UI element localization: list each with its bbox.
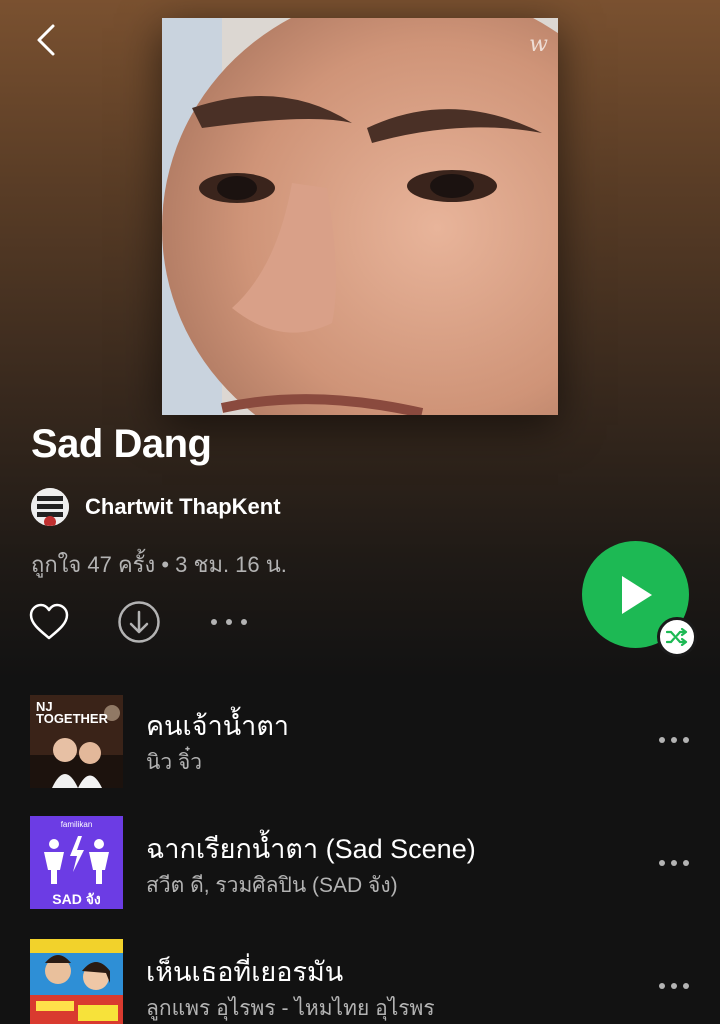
track-row[interactable]: familikan SAD จัง ฉากเรียกน้ำตา (Sad Sce… <box>0 813 720 913</box>
track-row[interactable]: เห็นเธอที่เยอรมัน ลูกแพร อุไรพร - ไหมไทย… <box>0 936 720 1024</box>
heart-icon <box>29 603 69 640</box>
more-options-button[interactable] <box>205 598 253 646</box>
track-artist: นิว จิ๋ว <box>146 751 203 774</box>
track-cover-text: SAD จัง <box>52 891 101 907</box>
track-title: คนเจ้าน้ำตา <box>146 711 290 741</box>
more-horizontal-icon <box>659 737 689 743</box>
track-more-button[interactable] <box>652 966 696 1006</box>
download-button[interactable] <box>115 598 163 646</box>
like-button[interactable] <box>25 598 73 646</box>
playlist-cover: w <box>162 18 558 415</box>
track-title: เห็นเธอที่เยอรมัน <box>146 957 344 987</box>
track-more-button[interactable] <box>652 720 696 760</box>
playlist-meta: ถูกใจ 47 ครั้ง • 3 ชม. 16 น. <box>31 552 287 577</box>
shuffle-icon <box>666 628 688 646</box>
download-icon <box>118 601 160 643</box>
back-button[interactable] <box>26 20 66 60</box>
more-horizontal-icon <box>659 860 689 866</box>
more-horizontal-icon <box>211 619 247 625</box>
track-cover: NJ TOGETHER <box>30 695 123 788</box>
track-cover <box>30 939 123 1024</box>
shuffle-button[interactable] <box>657 617 697 657</box>
more-horizontal-icon <box>659 983 689 989</box>
track-cover: familikan SAD จัง <box>30 816 123 909</box>
playlist-owner[interactable]: Chartwit ThapKent <box>31 487 281 527</box>
track-cover-text: NJ TOGETHER <box>36 699 108 726</box>
track-artist: ลูกแพร อุไรพร - ไหมไทย อุไรพร <box>146 997 435 1020</box>
play-icon <box>621 575 652 614</box>
track-artist: สวีต ดี, รวมศิลปิน (SAD จัง) <box>146 874 398 897</box>
chevron-left-icon <box>37 24 55 56</box>
cover-watermark: w <box>529 32 548 57</box>
playlist-title: Sad Dang <box>31 422 212 466</box>
owner-name: Chartwit ThapKent <box>85 494 281 519</box>
track-title: ฉากเรียกน้ำตา (Sad Scene) <box>146 834 476 864</box>
track-more-button[interactable] <box>652 843 696 883</box>
action-row <box>29 598 253 646</box>
owner-avatar <box>31 488 69 526</box>
track-row[interactable]: NJ TOGETHER คนเจ้าน้ำตา นิว จิ๋ว <box>0 690 720 790</box>
